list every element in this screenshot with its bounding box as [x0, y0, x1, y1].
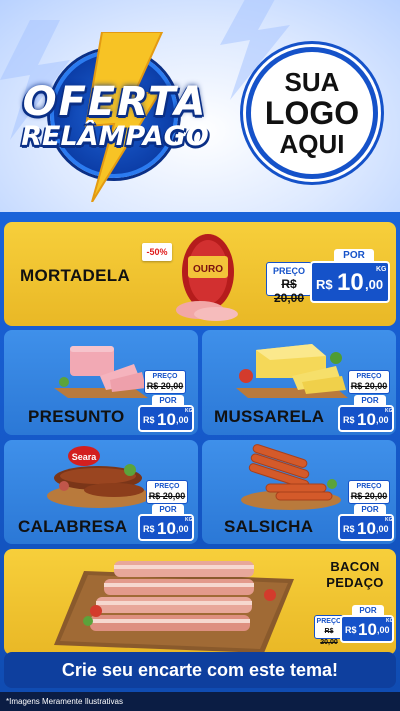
price-unit: KG — [185, 408, 193, 414]
price-unit: KG — [386, 618, 394, 624]
bacon-image — [54, 561, 294, 653]
mortadela-brand-text: OURO — [193, 264, 223, 275]
price-integer: 10 — [357, 410, 376, 429]
product-card-presunto[interactable]: PRESUNTO PREÇO R$ 20,00 POR R$ 10 ,00 KG — [4, 330, 198, 435]
price-decimal: ,00 — [176, 415, 189, 425]
price-decimal: ,00 — [365, 277, 384, 292]
old-price-label: PREÇO — [152, 373, 178, 380]
product-card-mussarela[interactable]: MUSSARELA PREÇO R$ 20,00 POR R$ 10 ,00 K… — [202, 330, 396, 435]
currency: R$ — [343, 415, 355, 425]
currency: R$ — [345, 625, 357, 635]
old-price-box: PREÇO R$ 20,00 — [348, 370, 390, 394]
price-integer: 10 — [357, 519, 376, 538]
logo-text-line1: SUA — [284, 66, 340, 97]
old-price-label: PREÇO — [316, 618, 342, 625]
new-price-box: R$ 10 ,00 KG — [340, 615, 394, 643]
relampago-title: RELÂMPAGO — [21, 121, 209, 152]
old-price: R$ 20,00 — [148, 491, 186, 501]
oferta-title: OFERTA — [22, 79, 208, 125]
price-decimal: ,00 — [376, 415, 389, 425]
old-price-label: PREÇO — [154, 483, 180, 490]
price-integer: 10 — [157, 410, 176, 429]
price-decimal: ,00 — [376, 524, 389, 534]
old-price: R$ 20,00 — [320, 628, 338, 646]
currency: R$ — [316, 277, 333, 292]
product-card-calabresa[interactable]: Seara CALABRESA PREÇO R$ 20,00 POR R$ 10… — [4, 440, 198, 544]
product-name: MORTADELA — [20, 266, 131, 285]
mussarela-image — [236, 344, 348, 398]
price-unit: KG — [385, 408, 393, 414]
price-unit: KG — [385, 517, 393, 523]
old-price-box: PREÇO R$ 20,00 — [266, 262, 312, 305]
old-price: R$ 20,00 — [146, 381, 184, 391]
salsicha-image — [241, 444, 341, 510]
new-price-box: R$ 10 ,00 KG — [310, 261, 390, 303]
product-name-line2: PEDAÇO — [326, 575, 384, 590]
mortadela-image: OURO — [176, 234, 238, 321]
currency: R$ — [143, 524, 155, 534]
currency: R$ — [343, 524, 355, 534]
price-integer: 10 — [358, 620, 377, 639]
price-decimal: ,00 — [176, 524, 189, 534]
product-board: MORTADELA -50% OURO PREÇO R$ 20,00 POR R… — [0, 212, 400, 711]
old-price: R$ 20,00 — [273, 277, 305, 305]
disclaimer: *Imagens Meramente Ilustrativas — [0, 692, 400, 711]
product-name-line1: BACON — [330, 559, 380, 574]
logo-text-line3: AQUI — [279, 128, 345, 159]
product-name: BACON PEDAÇO — [322, 559, 388, 591]
old-price-label: PREÇO — [356, 373, 382, 380]
old-price: R$ 20,00 — [350, 381, 388, 391]
price-unit: KG — [376, 266, 387, 273]
old-price-box: PREÇO R$ 20,00 — [348, 480, 390, 504]
price-integer: 10 — [337, 269, 364, 296]
new-price-box: R$ 10 ,00 KG — [138, 514, 194, 541]
old-price-box: PREÇO R$ 20,00 — [144, 370, 186, 394]
logo-placeholder[interactable]: SUA LOGO AQUI — [246, 47, 378, 179]
product-card-salsicha[interactable]: SALSICHA PREÇO R$ 20,00 POR R$ 10 ,00 KG — [202, 440, 396, 544]
currency: R$ — [143, 415, 155, 425]
old-price-label: PREÇO — [356, 483, 382, 490]
product-name: CALABRESA — [18, 517, 128, 536]
logo-text-line2: LOGO — [264, 94, 360, 131]
old-price: R$ 20,00 — [350, 491, 388, 501]
price-unit: KG — [185, 517, 193, 523]
product-name: SALSICHA — [224, 517, 314, 536]
calabresa-image: Seara — [47, 446, 151, 508]
new-price-box: R$ 10 ,00 KG — [338, 514, 394, 541]
seara-brand-text: Seara — [72, 452, 98, 462]
old-price-label: PREÇO — [272, 266, 305, 276]
presunto-image — [54, 346, 148, 398]
create-flyer-banner[interactable]: Crie seu encarte com este tema! — [4, 652, 396, 688]
new-price-box: R$ 10 ,00 KG — [338, 405, 394, 432]
price-integer: 10 — [157, 519, 176, 538]
price-decimal: ,00 — [377, 625, 390, 635]
oferta-relampago-logo: OFERTA RELÂMPAGO — [10, 30, 220, 202]
product-name: MUSSARELA — [214, 407, 325, 426]
product-card-mortadela[interactable]: MORTADELA -50% OURO PREÇO R$ 20,00 POR R… — [4, 222, 396, 326]
product-card-bacon[interactable]: BACON PEDAÇO PREÇO R$ 20,00 POR R$ 10 ,0… — [4, 549, 396, 655]
header: OFERTA RELÂMPAGO SUA LOGO AQUI — [0, 0, 400, 218]
product-name: PRESUNTO — [28, 407, 125, 426]
new-price-box: R$ 10 ,00 KG — [138, 405, 194, 432]
old-price-box: PREÇO R$ 20,00 — [146, 480, 188, 504]
